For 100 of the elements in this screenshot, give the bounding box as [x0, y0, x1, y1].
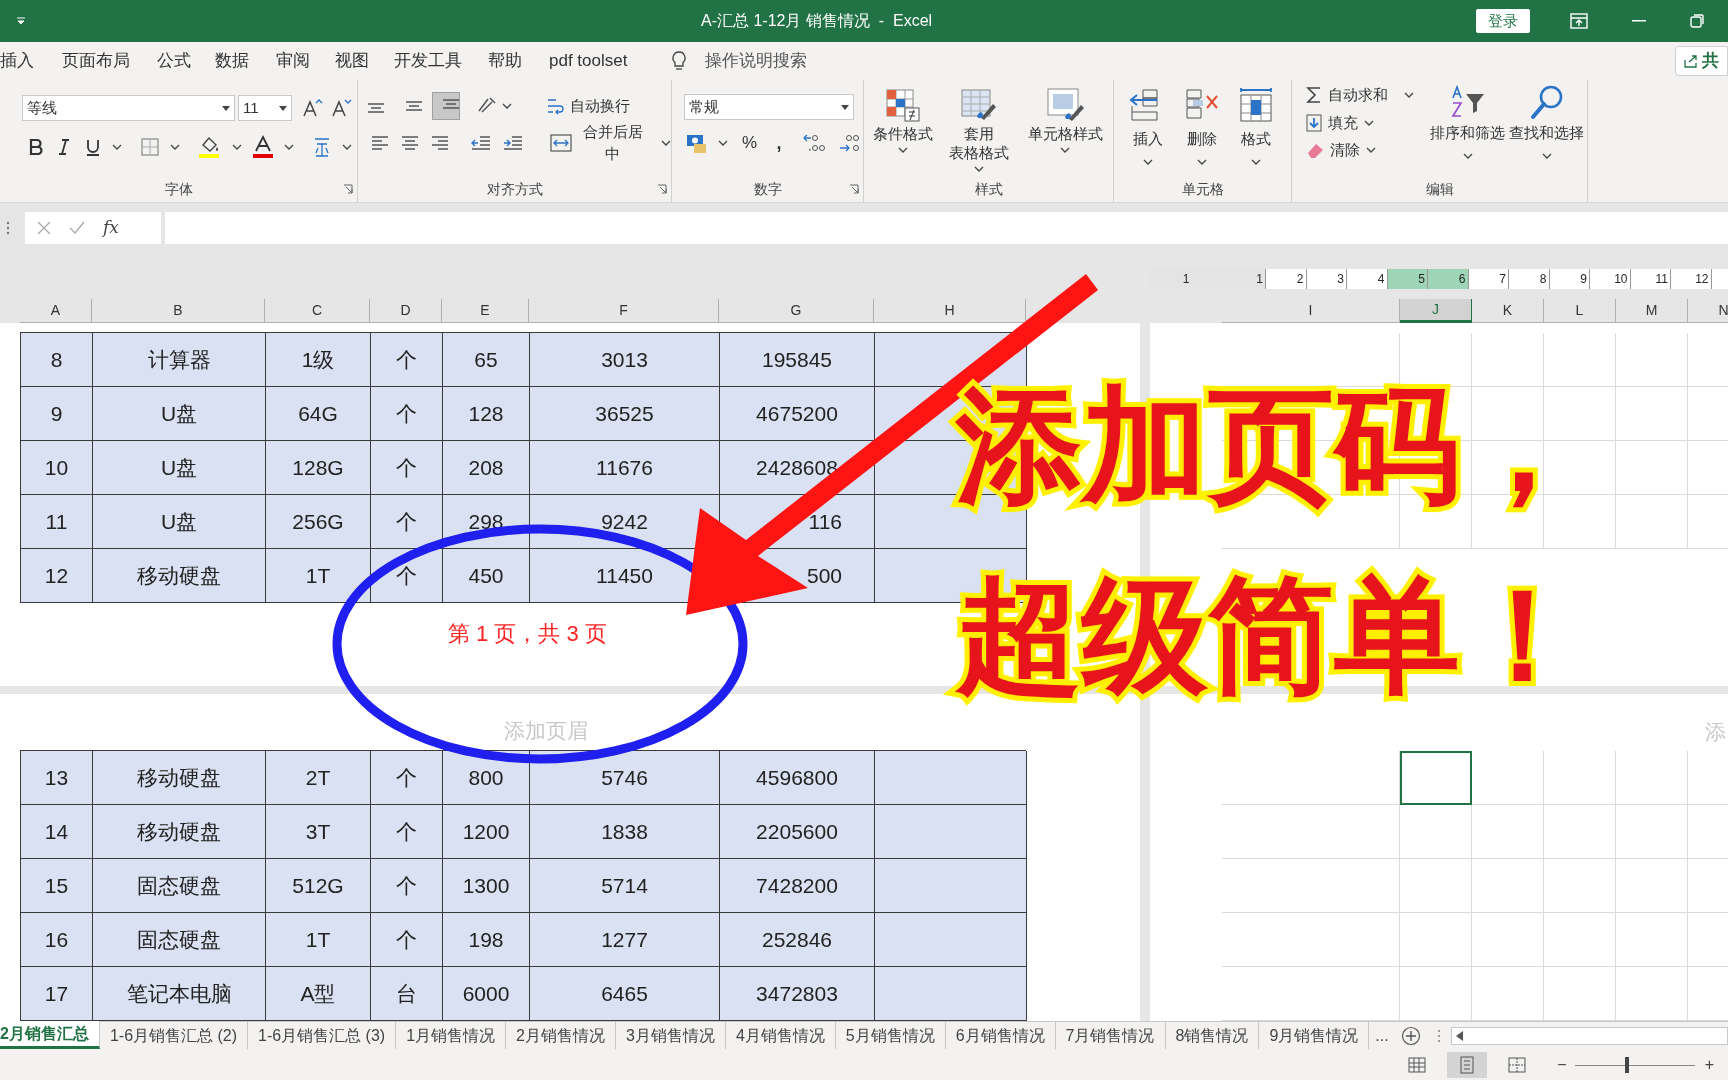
vertical-align-button[interactable]	[432, 92, 460, 120]
zoom-in-button[interactable]: +	[1704, 1052, 1714, 1077]
restore-icon[interactable]	[1690, 14, 1704, 28]
fill-button[interactable]: 填充	[1306, 111, 1426, 134]
selected-cell[interactable]	[1400, 751, 1472, 805]
view-button[interactable]	[1447, 1051, 1488, 1078]
align-center-icon[interactable]	[400, 133, 420, 153]
column-header[interactable]: E	[442, 299, 529, 323]
split-handle-icon[interactable]	[1436, 1028, 1441, 1043]
scroll-left-icon[interactable]	[1455, 1030, 1464, 1041]
number-format-field[interactable]: 常规	[684, 94, 854, 120]
empty-cell[interactable]	[1616, 913, 1688, 967]
find-select-button[interactable]: 查找和选择	[1509, 84, 1584, 159]
column-header[interactable]: J	[1400, 299, 1472, 323]
empty-cell[interactable]	[1544, 751, 1616, 805]
empty-cell[interactable]	[1616, 805, 1688, 859]
fill-color-icon[interactable]	[198, 135, 222, 159]
zoom-slider-thumb[interactable]	[1625, 1056, 1630, 1073]
underline-icon[interactable]	[84, 138, 102, 156]
wrap-text-button[interactable]: 自动换行	[546, 94, 630, 118]
font-name-field[interactable]: 等线	[22, 95, 235, 121]
column-header[interactable]: I	[1222, 299, 1400, 323]
decrease-font-icon[interactable]	[330, 98, 352, 118]
dialog-launcher-icon[interactable]	[849, 184, 859, 194]
empty-cell[interactable]	[1400, 805, 1472, 859]
align-right-icon[interactable]	[430, 133, 450, 153]
horizontal-scrollbar[interactable]	[1450, 1026, 1728, 1045]
empty-cell[interactable]	[1222, 751, 1400, 805]
column-header[interactable]: L	[1544, 299, 1616, 323]
zoom-slider[interactable]	[1574, 1056, 1695, 1073]
menu-tab[interactable]: 开发工具	[394, 48, 462, 74]
dialog-launcher-icon[interactable]	[343, 184, 353, 194]
menu-tab[interactable]: 帮助	[488, 48, 522, 74]
share-button[interactable]: 共	[1675, 46, 1728, 76]
quick-access-icon[interactable]	[16, 17, 26, 25]
column-header[interactable]: M	[1616, 299, 1688, 323]
empty-cell[interactable]	[1400, 913, 1472, 967]
dialog-launcher-icon[interactable]	[657, 184, 667, 194]
empty-cell[interactable]	[1472, 859, 1544, 913]
sign-in-button[interactable]: 登录	[1476, 9, 1530, 33]
menu-tab[interactable]: 公式	[157, 48, 191, 74]
column-header[interactable]: D	[370, 299, 442, 323]
cells-button[interactable]: 删除	[1182, 86, 1222, 165]
cells-button[interactable]: 格式	[1236, 86, 1276, 165]
empty-cell[interactable]	[1222, 859, 1400, 913]
style-button[interactable]: 套用 表格格式	[944, 86, 1014, 172]
align-left-icon[interactable]	[370, 133, 390, 153]
menu-tab[interactable]: 页面布局	[62, 48, 130, 74]
phonetic-guide-icon[interactable]	[312, 136, 332, 158]
sheet-tab[interactable]: 2月销售汇总	[0, 1021, 100, 1049]
cells-button[interactable]: 插入	[1128, 86, 1168, 165]
menu-tab[interactable]: 数据	[215, 48, 249, 74]
tell-me-search[interactable]: 操作说明搜索	[705, 48, 808, 74]
formula-input-field[interactable]	[165, 212, 1728, 244]
autosum-button[interactable]: 自动求和	[1306, 84, 1426, 107]
increase-font-icon[interactable]	[301, 98, 323, 118]
column-header[interactable]: H	[874, 299, 1026, 323]
column-header[interactable]: G	[719, 299, 874, 323]
empty-cell[interactable]	[1616, 751, 1688, 805]
column-header[interactable]: B	[92, 299, 265, 323]
cancel-icon[interactable]	[37, 221, 51, 235]
menu-tab[interactable]: 审阅	[276, 48, 310, 74]
font-size-field[interactable]: 11	[238, 95, 292, 121]
column-header[interactable]: C	[265, 299, 370, 323]
sort-filter-button[interactable]: 排序和筛选	[1430, 84, 1505, 159]
menu-tab[interactable]: 视图	[335, 48, 369, 74]
menu-tab[interactable]: 插入	[0, 48, 34, 74]
empty-cell[interactable]	[1544, 913, 1616, 967]
style-button[interactable]: 条件格式	[872, 86, 934, 153]
percent-button[interactable]: %	[742, 130, 758, 156]
insert-function-button[interactable]: fx	[103, 215, 119, 241]
empty-cell[interactable]	[1472, 751, 1544, 805]
empty-cell[interactable]	[1544, 859, 1616, 913]
column-header[interactable]: F	[529, 299, 719, 323]
empty-cell[interactable]	[1222, 913, 1400, 967]
more-sheets-button[interactable]: ...	[1369, 1022, 1395, 1049]
menu-tab[interactable]: pdf toolset	[549, 48, 628, 74]
minimize-icon[interactable]	[1632, 20, 1646, 22]
borders-icon[interactable]	[140, 137, 160, 157]
empty-cell[interactable]	[1472, 913, 1544, 967]
zoom-out-button[interactable]: −	[1557, 1052, 1567, 1077]
increase-indent-icon[interactable]	[502, 133, 524, 153]
empty-cell[interactable]	[1544, 805, 1616, 859]
column-header[interactable]: A	[20, 299, 92, 323]
font-color-icon[interactable]	[252, 135, 274, 159]
column-header[interactable]: K	[1472, 299, 1544, 323]
clear-button[interactable]: 清除	[1306, 139, 1426, 162]
style-button[interactable]: 单元格样式	[1024, 86, 1106, 153]
empty-cell[interactable]	[1472, 805, 1544, 859]
merge-center-button[interactable]: 合并后居中	[550, 120, 671, 166]
empty-cell[interactable]	[1616, 859, 1688, 913]
ribbon-display-icon[interactable]	[1570, 13, 1588, 29]
empty-cell[interactable]	[1400, 859, 1472, 913]
enter-icon[interactable]	[69, 221, 85, 235]
add-sheet-icon[interactable]	[1400, 1025, 1421, 1046]
bold-icon[interactable]	[28, 138, 46, 156]
caret-icon	[170, 144, 180, 150]
empty-cell[interactable]	[1222, 805, 1400, 859]
comma-button[interactable]: ,	[773, 129, 785, 157]
decrease-indent-icon[interactable]	[470, 133, 492, 153]
